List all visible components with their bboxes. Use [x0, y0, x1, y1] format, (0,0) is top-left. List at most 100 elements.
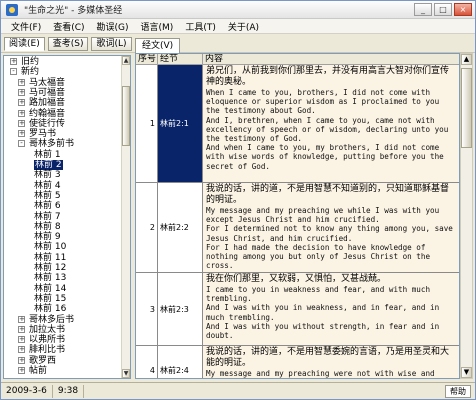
- tree-item-label: 旧约: [21, 57, 40, 67]
- tree-item[interactable]: 林前 15: [4, 294, 120, 304]
- tree-item[interactable]: 林前 16: [4, 304, 120, 314]
- tree-item[interactable]: + 约翰福音: [4, 109, 120, 119]
- tree-item[interactable]: 林前 12: [4, 263, 120, 273]
- minimize-button[interactable]: _: [414, 3, 432, 16]
- grid-header: 序号 经节 内容: [136, 54, 459, 65]
- verse-grid: 序号 经节 内容 1 林前2:1 弟兄们，从前我到你们那里去，并没有用高言大智对你们…: [135, 53, 460, 379]
- tree-item[interactable]: + 歌罗西: [4, 356, 120, 366]
- help-button[interactable]: 帮助: [445, 385, 471, 398]
- verse-index: 1: [136, 65, 158, 182]
- tab-read[interactable]: 阅读(E): [4, 36, 45, 51]
- header-index[interactable]: 序号: [136, 54, 158, 65]
- tree-item-label: 哥林多后书: [29, 314, 75, 325]
- verse-index: 4: [136, 346, 158, 378]
- tree-item[interactable]: + 腓利比书: [4, 345, 120, 355]
- verse-text-chinese: 我在你们那里，又软弱，又惧怕，又甚战兢。: [206, 274, 387, 284]
- tree-item[interactable]: 林前 8: [4, 222, 120, 232]
- tab-lyrics[interactable]: 歌词(L): [91, 36, 132, 51]
- window-title: "生命之光" - 多媒体圣经: [24, 6, 123, 16]
- menu-file[interactable]: 文件(F): [5, 20, 47, 33]
- tree-item[interactable]: + 使徒行传: [4, 119, 120, 129]
- expand-icon[interactable]: +: [18, 130, 25, 138]
- tree-item[interactable]: 林前 6: [4, 201, 120, 211]
- verse-row[interactable]: 3 林前2:3 我在你们那里，又软弱，又惧怕，又甚战兢。 I came to you …: [136, 273, 459, 346]
- tree-item[interactable]: + 以弗所书: [4, 335, 120, 345]
- tree-item[interactable]: + 路加福音: [4, 98, 120, 108]
- tree-item[interactable]: + 马太福音: [4, 78, 120, 88]
- tree-item-label: 使徒行传: [29, 118, 66, 129]
- tree-scroll-up-icon[interactable]: ▲: [122, 56, 130, 65]
- expand-icon[interactable]: +: [18, 367, 25, 374]
- tree-item[interactable]: + 帖前: [4, 366, 120, 376]
- expand-icon[interactable]: +: [18, 119, 25, 127]
- status-date: 2009-3-6: [1, 384, 53, 398]
- tree-item-label: 林前 5: [34, 190, 61, 201]
- tree-item[interactable]: + 哥林多后书: [4, 315, 120, 325]
- window-controls: _ □ ×: [414, 3, 472, 16]
- tree-item[interactable]: + 马可福音: [4, 88, 120, 98]
- tree-item[interactable]: 林前 13: [4, 273, 120, 283]
- tree-item[interactable]: 林前 10: [4, 242, 120, 252]
- verse-reference: 林前2:1: [158, 65, 203, 182]
- expand-icon[interactable]: +: [18, 88, 25, 96]
- tree-item[interactable]: + 罗马书: [4, 129, 120, 139]
- verse-row[interactable]: 2 林前2:2 我说的话，讲的道，不是用智慧不知道别的，只知道耶稣基督的明证。 My …: [136, 183, 459, 273]
- tree-item[interactable]: 林前 7: [4, 212, 120, 222]
- collapse-icon[interactable]: -: [18, 140, 25, 148]
- tree-item[interactable]: + 旧约: [4, 57, 120, 67]
- expand-icon[interactable]: +: [18, 325, 25, 333]
- expand-icon[interactable]: +: [18, 109, 25, 117]
- verse-row[interactable]: 4 林前2:4 我说的话，讲的道，不是用智慧委婉的言语，乃是用圣灵和大能的明证。 My…: [136, 346, 459, 378]
- verse-content: 我说的话，讲的道，不是用智慧委婉的言语，乃是用圣灵和大能的明证。 My messa…: [203, 346, 459, 378]
- expand-icon[interactable]: +: [18, 336, 25, 344]
- tree-item[interactable]: 林前 1: [4, 150, 120, 160]
- verse-row[interactable]: 1 林前2:1 弟兄们，从前我到你们那里去，并没有用高言大智对你们宣传神的奥秘。 Wh…: [136, 65, 459, 183]
- tree-item-label: 林前 15: [34, 293, 67, 304]
- grid-scroll-down-icon[interactable]: ▼: [461, 367, 472, 378]
- expand-icon[interactable]: +: [18, 346, 25, 354]
- tree-scroll-thumb[interactable]: [122, 86, 130, 146]
- header-content[interactable]: 内容: [203, 54, 459, 65]
- tree-item[interactable]: 林前 3: [4, 170, 120, 180]
- tree-item[interactable]: + 加拉太书: [4, 325, 120, 335]
- tree-item[interactable]: 林前 14: [4, 284, 120, 294]
- maximize-button[interactable]: □: [434, 3, 452, 16]
- verse-text-english: My message and my preaching were not wit…: [206, 369, 435, 378]
- expand-icon[interactable]: +: [18, 315, 25, 323]
- tab-search[interactable]: 查考(S): [47, 36, 89, 51]
- expand-icon[interactable]: +: [18, 78, 25, 86]
- menu-about[interactable]: 关于(A): [222, 20, 265, 33]
- tree-scroll-down-icon[interactable]: ▼: [122, 369, 130, 378]
- tree-item[interactable]: 林前 11: [4, 253, 120, 263]
- menu-tools[interactable]: 工具(T): [179, 20, 222, 33]
- grid-scroll-thumb[interactable]: [461, 68, 472, 148]
- expand-icon[interactable]: +: [10, 58, 17, 65]
- verse-reference: 林前2:2: [158, 183, 203, 272]
- grid-scroll-up-icon[interactable]: ▲: [461, 54, 472, 65]
- collapse-icon[interactable]: -: [10, 68, 17, 76]
- verse-text-chinese: 我说的话，讲的道，不是用智慧不知道别的，只知道耶稣基督的明证。: [206, 184, 450, 205]
- tree-item[interactable]: 林前 2: [4, 160, 120, 170]
- close-button[interactable]: ×: [454, 3, 472, 16]
- tree-item[interactable]: - 新约: [4, 67, 120, 77]
- expand-icon[interactable]: +: [18, 99, 25, 107]
- verse-index: 3: [136, 273, 158, 345]
- menu-errata[interactable]: 勘误(G): [91, 20, 135, 33]
- verse-content: 弟兄们，从前我到你们那里去，并没有用高言大智对你们宣传神的奥秘。 When I c…: [203, 65, 459, 182]
- menu-view[interactable]: 查看(C): [47, 20, 90, 33]
- tree-item-label: 路加福音: [29, 98, 66, 109]
- tree-scrollbar[interactable]: ▲ ▼: [121, 56, 130, 378]
- tree-item[interactable]: - 哥林多前书: [4, 139, 120, 149]
- tree-item[interactable]: 林前 4: [4, 181, 120, 191]
- grid-scrollbar[interactable]: ▲ ▼: [460, 53, 473, 379]
- tree-item-label: 林前 6: [34, 201, 61, 212]
- title-bar[interactable]: "生命之光" - 多媒体圣经 _ □ ×: [1, 1, 475, 19]
- header-verse[interactable]: 经节: [158, 54, 203, 65]
- expand-icon[interactable]: +: [18, 356, 25, 364]
- tree-item[interactable]: 林前 9: [4, 232, 120, 242]
- status-bar: 2009-3-6 9:38 帮助: [1, 382, 475, 399]
- status-actions: 帮助: [445, 385, 471, 398]
- menu-language[interactable]: 语言(M): [135, 20, 180, 33]
- tab-scripture[interactable]: 经文(V): [135, 38, 181, 53]
- tree-item[interactable]: 林前 5: [4, 191, 120, 201]
